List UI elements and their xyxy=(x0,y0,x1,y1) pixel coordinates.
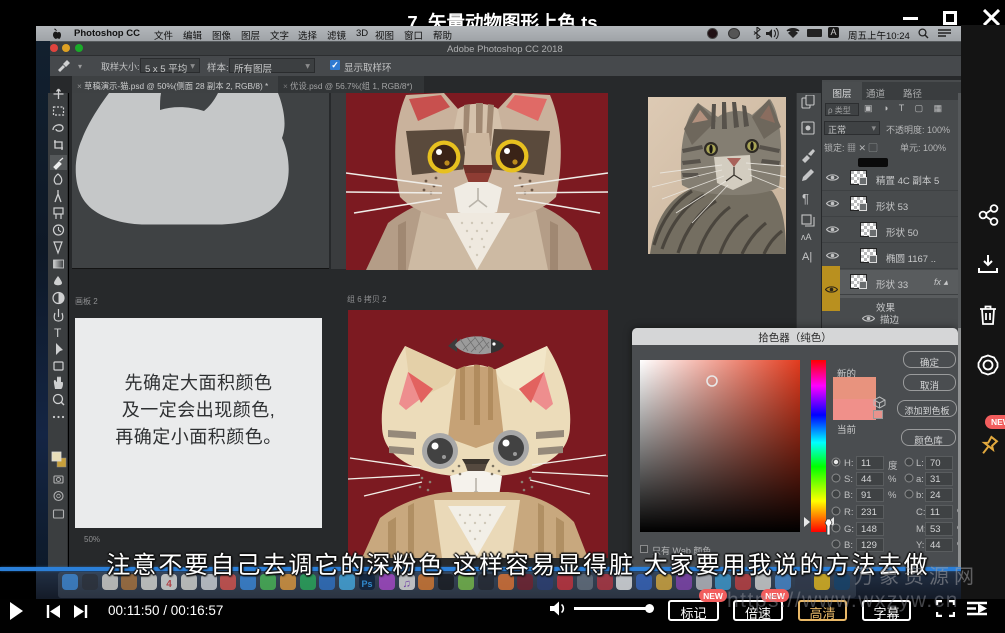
svg-text:A|: A| xyxy=(802,251,812,263)
svg-text:¶: ¶ xyxy=(802,191,809,206)
svg-text:T: T xyxy=(54,326,62,340)
svg-text:ʌA: ʌA xyxy=(801,232,812,242)
